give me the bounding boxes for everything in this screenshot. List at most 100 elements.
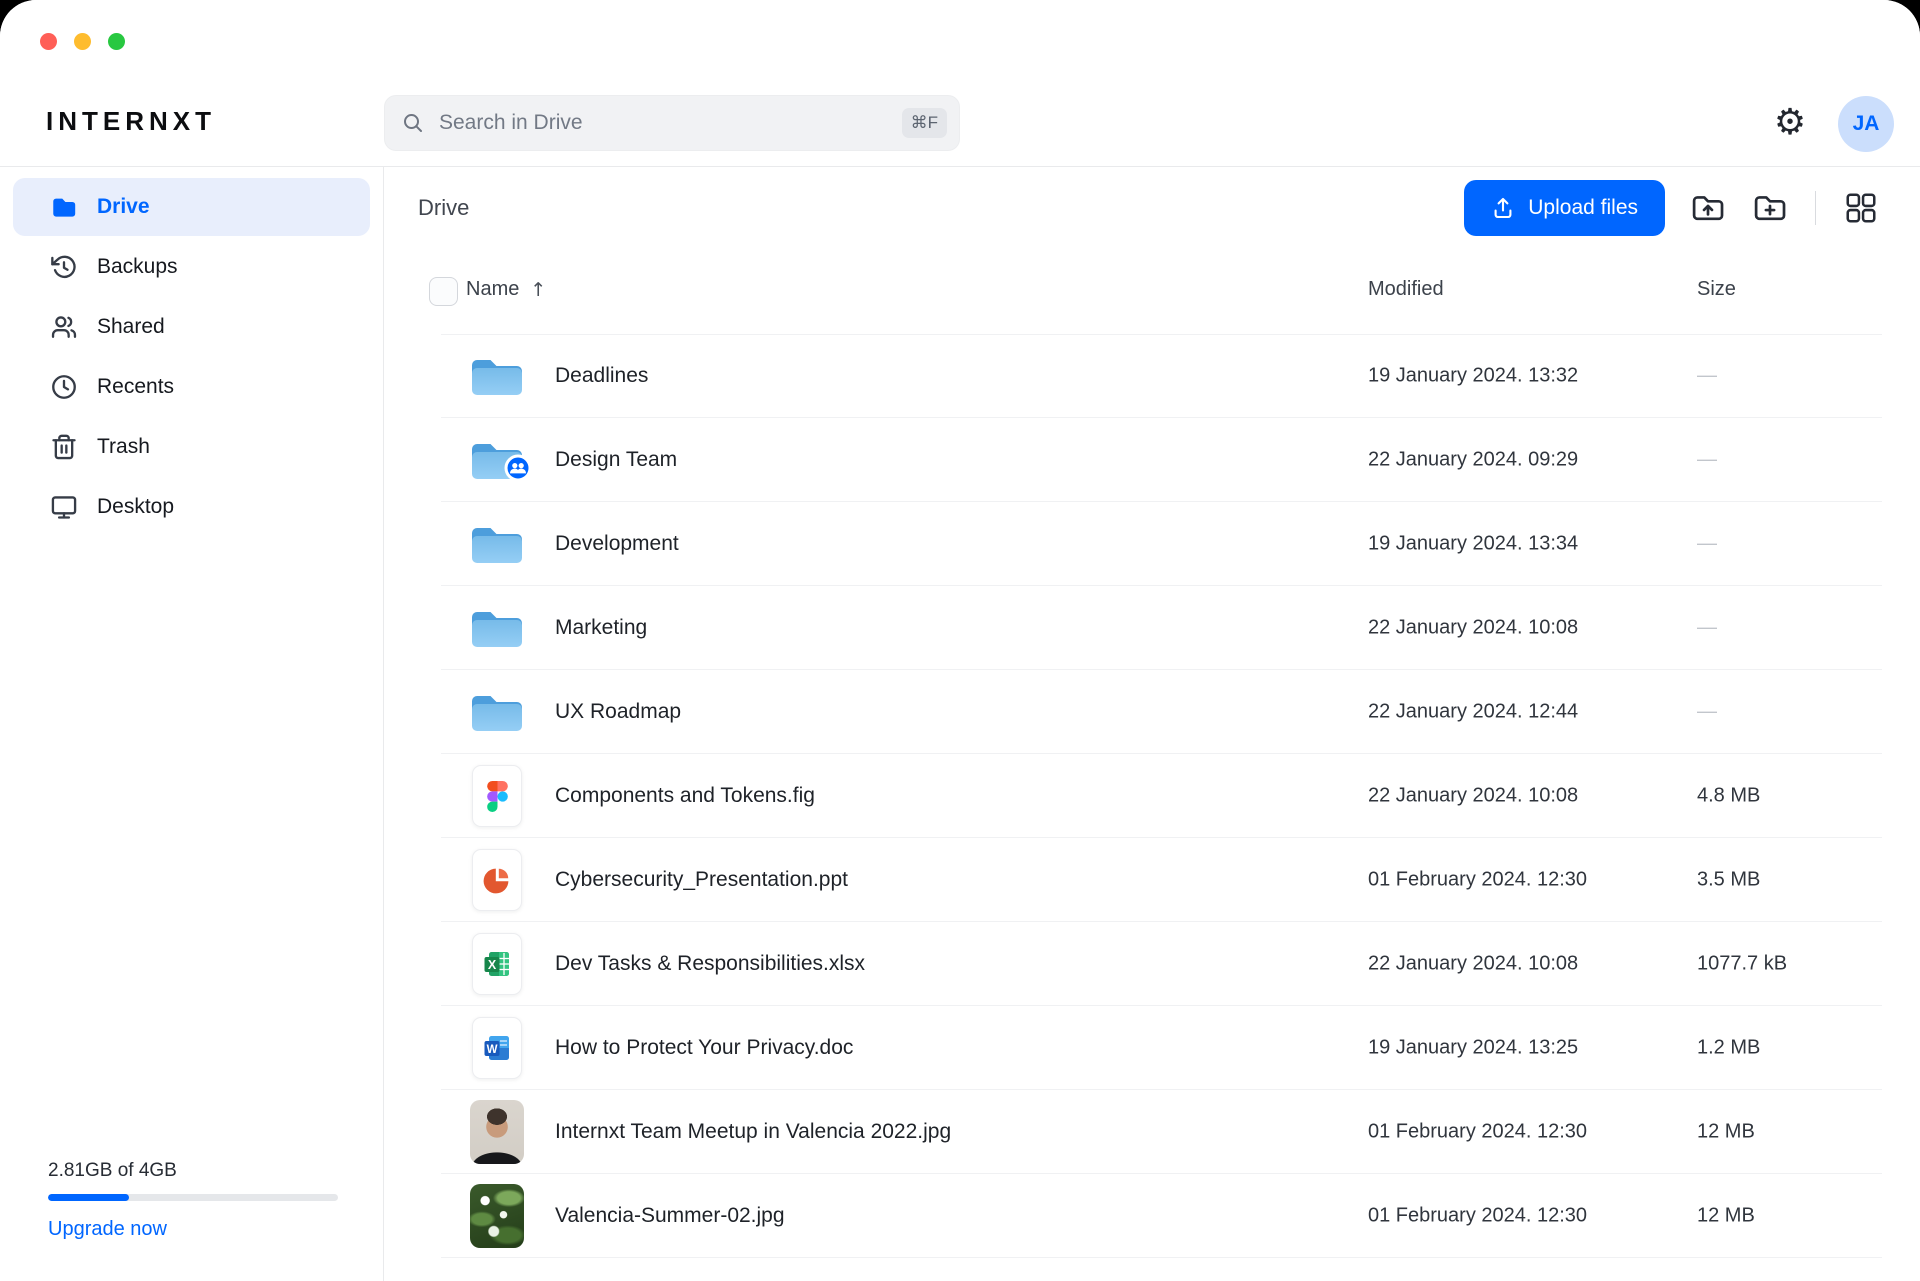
- toolbar-divider: [1815, 191, 1816, 225]
- storage-meter: 2.81GB of 4GB Upgrade now: [48, 1160, 338, 1241]
- blue-folder-icon: [467, 502, 527, 586]
- search-shortcut-badge: ⌘F: [902, 108, 947, 138]
- svg-text:W: W: [487, 1044, 498, 1056]
- file-row[interactable]: Valencia-Summer-02.jpg 01 February 2024. …: [385, 1174, 1920, 1258]
- item-modified-date: 22 January 2024. 10:08: [1368, 953, 1578, 976]
- file-list: Deadlines19 January 2024. 13:32— Design …: [385, 334, 1920, 1258]
- sidebar-item-trash[interactable]: Trash: [13, 418, 370, 476]
- column-header-size[interactable]: Size: [1697, 278, 1736, 301]
- column-header-name[interactable]: Name ↑: [466, 278, 546, 301]
- trash-icon: [50, 433, 78, 461]
- item-size: 12 MB: [1697, 1121, 1755, 1144]
- item-size: —: [1697, 533, 1717, 556]
- svg-text:X: X: [488, 958, 497, 972]
- item-size: —: [1697, 449, 1717, 472]
- storage-progress-bar: [48, 1194, 338, 1201]
- item-name: How to Protect Your Privacy.doc: [555, 1036, 853, 1060]
- file-row[interactable]: W How to Protect Your Privacy.doc19 Janu…: [385, 1006, 1920, 1090]
- settings-button[interactable]: ⚙: [1766, 99, 1814, 147]
- item-modified-date: 22 January 2024. 10:08: [1368, 785, 1578, 808]
- drive-toolbar: Drive Upload files: [418, 180, 1880, 236]
- folder-row[interactable]: Development 19 January 2024. 13:34 —: [385, 502, 1920, 586]
- new-folder-button[interactable]: [1751, 189, 1789, 227]
- item-modified-date: 19 January 2024. 13:34: [1368, 533, 1578, 556]
- file-row[interactable]: Components and Tokens.fig 22 January 2024…: [385, 754, 1920, 838]
- minimize-button[interactable]: [74, 33, 91, 50]
- file-row[interactable]: X Dev Tasks & Responsibilities.xlsx22 Ja…: [385, 922, 1920, 1006]
- upload-folder-button[interactable]: [1689, 189, 1727, 227]
- zoom-button[interactable]: [108, 33, 125, 50]
- shared-folder-icon: [467, 418, 527, 502]
- folder-icon: [50, 193, 78, 221]
- clock-icon: [50, 373, 78, 401]
- grid-view-button[interactable]: [1842, 189, 1880, 227]
- app-header: INTERNXT ⌘F ⚙ JA: [0, 0, 1920, 167]
- select-all-checkbox[interactable]: [429, 277, 458, 306]
- folder-upload-icon: [1690, 190, 1726, 226]
- avatar-initials: JA: [1853, 112, 1880, 136]
- main-panel: Drive Upload files: [385, 167, 1920, 1281]
- sidebar-item-label: Trash: [97, 435, 150, 459]
- item-name: Deadlines: [555, 364, 648, 388]
- column-header-modified[interactable]: Modified: [1368, 278, 1444, 301]
- item-size: —: [1697, 701, 1717, 724]
- figma-file-icon: [467, 754, 527, 838]
- column-name-label: Name: [466, 278, 519, 301]
- item-size: 4.8 MB: [1697, 785, 1760, 808]
- page-title: Drive: [418, 195, 469, 221]
- sidebar-item-label: Recents: [97, 375, 174, 399]
- item-name: Cybersecurity_Presentation.ppt: [555, 868, 848, 892]
- upload-files-button[interactable]: Upload files: [1464, 180, 1665, 236]
- item-modified-date: 22 January 2024. 10:08: [1368, 617, 1578, 640]
- folder-row[interactable]: UX Roadmap 22 January 2024. 12:44 —: [385, 670, 1920, 754]
- excel-file-icon: X: [467, 922, 527, 1006]
- item-size: 3.5 MB: [1697, 869, 1760, 892]
- sort-ascending-icon: ↑: [530, 279, 546, 301]
- avatar[interactable]: JA: [1838, 96, 1894, 152]
- blue-folder-icon: [467, 586, 527, 670]
- item-name: Development: [555, 532, 679, 556]
- sidebar-item-shared[interactable]: Shared: [13, 298, 370, 356]
- item-name: Marketing: [555, 616, 647, 640]
- item-modified-date: 01 February 2024. 12:30: [1368, 1205, 1587, 1228]
- sidebar-item-label: Backups: [97, 255, 178, 279]
- search-input[interactable]: [437, 110, 902, 136]
- sidebar-item-label: Drive: [97, 195, 150, 219]
- sidebar-item-desktop[interactable]: Desktop: [13, 478, 370, 536]
- folder-row[interactable]: Marketing 22 January 2024. 10:08 —: [385, 586, 1920, 670]
- item-size: 12 MB: [1697, 1205, 1755, 1228]
- item-size: —: [1697, 617, 1717, 640]
- grid-view-icon: [1845, 192, 1877, 224]
- item-modified-date: 01 February 2024. 12:30: [1368, 869, 1587, 892]
- app-window: INTERNXT ⌘F ⚙ JA Drive: [0, 0, 1920, 1281]
- image-thumbnail: [467, 1174, 527, 1258]
- sidebar-item-drive[interactable]: Drive: [13, 178, 370, 236]
- file-row[interactable]: Cybersecurity_Presentation.ppt 01 Februar…: [385, 838, 1920, 922]
- folder-row[interactable]: Deadlines19 January 2024. 13:32—: [385, 334, 1920, 418]
- upload-icon: [1491, 196, 1515, 220]
- item-size: 1.2 MB: [1697, 1037, 1760, 1060]
- image-thumbnail: [467, 1090, 527, 1174]
- sidebar-item-recents[interactable]: Recents: [13, 358, 370, 416]
- search-bar[interactable]: ⌘F: [384, 95, 960, 151]
- table-header: Name ↑ Modified Size: [385, 275, 1920, 309]
- sidebar-item-backups[interactable]: Backups: [13, 238, 370, 296]
- item-name: Internxt Team Meetup in Valencia 2022.jp…: [555, 1120, 951, 1144]
- item-modified-date: 01 February 2024. 12:30: [1368, 1121, 1587, 1144]
- word-file-icon: W: [467, 1006, 527, 1090]
- item-size: 1077.7 kB: [1697, 953, 1787, 976]
- history-icon: [50, 253, 78, 281]
- close-button[interactable]: [40, 33, 57, 50]
- item-modified-date: 22 January 2024. 12:44: [1368, 701, 1578, 724]
- shared-users-badge: [504, 454, 532, 487]
- powerpoint-file-icon: [467, 838, 527, 922]
- folder-row[interactable]: Design Team22 January 2024. 09:29—: [385, 418, 1920, 502]
- item-modified-date: 22 January 2024. 09:29: [1368, 449, 1578, 472]
- item-name: UX Roadmap: [555, 700, 681, 724]
- upgrade-link[interactable]: Upgrade now: [48, 1218, 167, 1241]
- window-controls: [40, 33, 125, 50]
- file-row[interactable]: Internxt Team Meetup in Valencia 2022.jp…: [385, 1090, 1920, 1174]
- item-name: Valencia-Summer-02.jpg: [555, 1204, 785, 1228]
- item-name: Components and Tokens.fig: [555, 784, 815, 808]
- internxt-logo: INTERNXT: [46, 106, 216, 137]
